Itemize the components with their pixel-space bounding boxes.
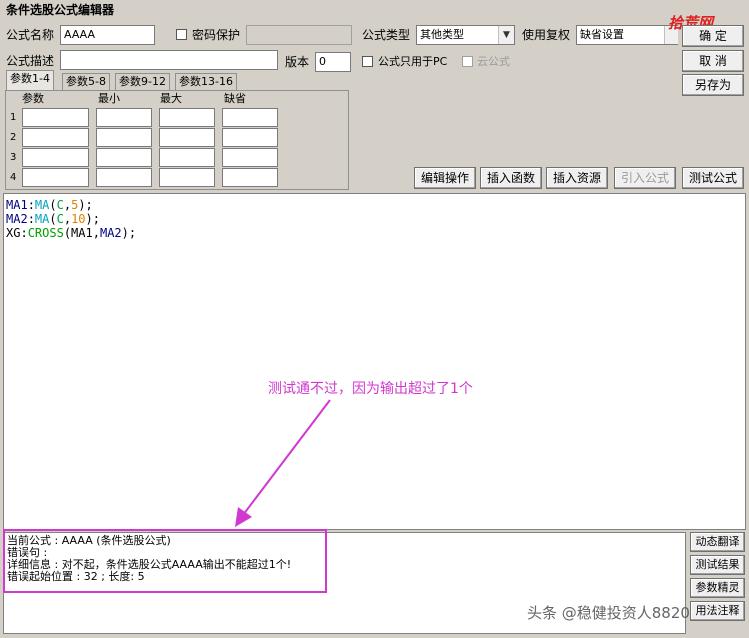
param-4-max[interactable] <box>159 168 215 187</box>
param-3-default[interactable] <box>222 148 278 167</box>
window-title: 条件选股公式编辑器 <box>0 0 749 20</box>
pc-only-label: 公式只用于PC <box>378 55 448 68</box>
code-token: MA <box>34 212 50 226</box>
dynamic-translate-button[interactable]: 动态翻译 <box>690 532 745 552</box>
param-4-name[interactable] <box>22 168 89 187</box>
param-row-number: 4 <box>10 172 17 183</box>
import-formula-button[interactable]: 引入公式 <box>614 167 676 189</box>
param-row-number: 3 <box>10 152 17 163</box>
password-input[interactable] <box>246 25 352 45</box>
code-token: ); <box>85 212 100 226</box>
code-line-1: MA1:MA(C,5); <box>6 198 743 212</box>
insert-function-button[interactable]: 插入函数 <box>480 167 542 189</box>
code-token: XG <box>6 226 21 240</box>
code-token: ( <box>49 198 57 212</box>
param-wizard-button[interactable]: 参数精灵 <box>690 578 745 598</box>
code-token: MA2 <box>99 226 122 240</box>
param-header-min: 最小 <box>98 92 120 105</box>
param-2-name[interactable] <box>22 128 89 147</box>
usage-note-button[interactable]: 用法注释 <box>690 601 745 621</box>
test-result-button[interactable]: 测试结果 <box>690 555 745 575</box>
param-1-min[interactable] <box>96 108 152 127</box>
code-token: ); <box>78 198 93 212</box>
param-2-max[interactable] <box>159 128 215 147</box>
param-1-max[interactable] <box>159 108 215 127</box>
tab-params-9-12[interactable]: 参数9-12 <box>115 73 170 90</box>
rights-value: 缺省设置 <box>580 28 624 41</box>
code-token: MA1 <box>6 198 28 212</box>
code-token: C <box>56 198 64 212</box>
formula-desc-input[interactable] <box>60 50 278 70</box>
param-row-number: 2 <box>10 132 17 143</box>
code-token: : <box>27 212 35 226</box>
param-2-default[interactable] <box>222 128 278 147</box>
code-token: : <box>20 226 28 240</box>
test-formula-button[interactable]: 测试公式 <box>682 167 744 189</box>
code-token: : <box>27 198 35 212</box>
code-token: ); <box>121 226 137 240</box>
param-1-default[interactable] <box>222 108 278 127</box>
cancel-button[interactable]: 取 消 <box>682 50 744 72</box>
tab-params-13-16[interactable]: 参数13-16 <box>175 73 237 90</box>
password-label: 密码保护 <box>192 28 241 42</box>
password-checkbox[interactable] <box>176 29 187 40</box>
version-label: 版本 <box>285 55 310 69</box>
output-line: 当前公式 : AAAA (条件选股公式) <box>7 534 171 547</box>
param-header-default: 缺省 <box>224 92 246 105</box>
insert-resource-button[interactable]: 插入资源 <box>546 167 608 189</box>
code-token: C <box>56 212 64 226</box>
formula-type-value: 其他类型 <box>420 28 464 41</box>
param-1-name[interactable] <box>22 108 89 127</box>
credit-watermark: 头条 @稳健投资人8820 <box>527 604 690 622</box>
code-token: MA1 <box>71 226 93 240</box>
ok-button[interactable]: 确 定 <box>682 25 744 47</box>
formula-name-label: 公式名称 <box>6 28 55 42</box>
cloud-checkbox[interactable] <box>462 56 473 67</box>
param-4-default[interactable] <box>222 168 278 187</box>
code-token: , <box>92 226 100 240</box>
code-line-2: MA2:MA(C,10); <box>6 212 743 226</box>
code-token: , <box>63 198 72 212</box>
chevron-down-icon[interactable]: ▼ <box>498 26 514 44</box>
formula-type-label: 公式类型 <box>362 28 411 42</box>
code-line-3: XG:CROSS(MA1,MA2); <box>6 226 743 240</box>
code-editor[interactable]: MA1:MA(C,5); MA2:MA(C,10); XG:CROSS(MA1,… <box>3 193 746 530</box>
edit-ops-button[interactable]: 编辑操作 <box>414 167 476 189</box>
formula-name-input[interactable]: AAAA <box>60 25 155 45</box>
code-token: 10 <box>71 212 86 226</box>
rights-select[interactable]: 缺省设置 <box>576 25 678 45</box>
code-token: ( <box>63 226 72 240</box>
param-row-number: 1 <box>10 112 17 123</box>
param-header-name: 参数 <box>22 92 44 105</box>
tab-params-5-8[interactable]: 参数5-8 <box>62 73 110 90</box>
rights-label: 使用复权 <box>522 28 571 42</box>
output-line: 错误起始位置 : 32 ; 长度: 5 <box>7 570 145 583</box>
pc-only-checkbox[interactable] <box>362 56 373 67</box>
code-token: ( <box>49 212 57 226</box>
code-token: MA2 <box>6 212 28 226</box>
param-2-min[interactable] <box>96 128 152 147</box>
param-4-min[interactable] <box>96 168 152 187</box>
output-text: 当前公式 : AAAA (条件选股公式) 错误句 : 详细信息 : 对不起，条件… <box>7 535 291 583</box>
code-token: MA <box>34 198 50 212</box>
code-token: , <box>63 212 72 226</box>
annotation-arrow <box>235 399 331 527</box>
param-3-max[interactable] <box>159 148 215 167</box>
code-token: CROSS <box>27 226 64 240</box>
version-input[interactable]: 0 <box>315 52 351 72</box>
cloud-label: 云公式 <box>477 55 510 68</box>
save-as-button[interactable]: 另存为 <box>682 74 744 96</box>
formula-desc-label: 公式描述 <box>6 54 55 68</box>
param-3-name[interactable] <box>22 148 89 167</box>
tab-params-1-4[interactable]: 参数1-4 <box>6 70 54 90</box>
param-3-min[interactable] <box>96 148 152 167</box>
param-header-max: 最大 <box>160 92 182 105</box>
